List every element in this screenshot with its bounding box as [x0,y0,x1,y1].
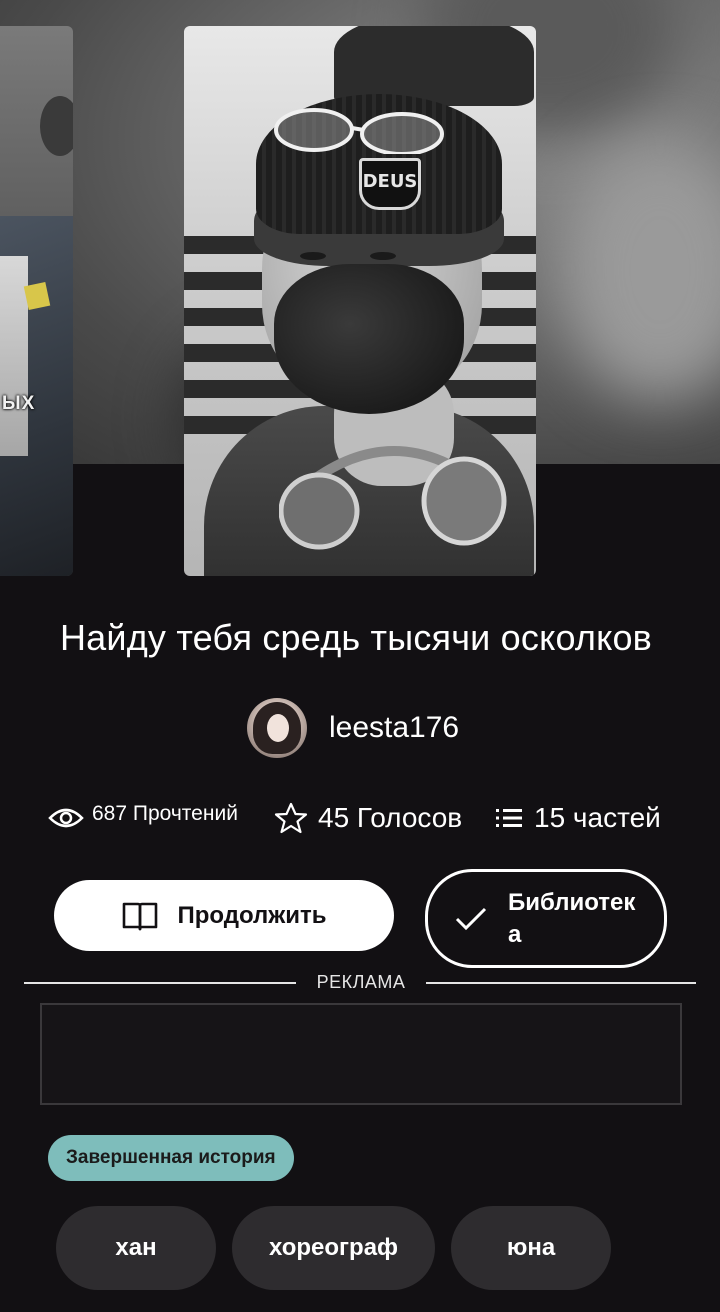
previous-story-cover[interactable]: ЫХ [0,26,73,576]
tag-chip[interactable]: хореограф [232,1206,435,1290]
author-name[interactable]: leesta176 [329,711,459,745]
reads-stat: 687 Прочтений [48,793,238,843]
completed-status-badge: Завершенная история [48,1135,294,1181]
library-label: Библиотека [508,888,636,948]
divider-line [24,982,296,984]
check-icon [455,907,487,930]
cover-art-shape [23,281,51,311]
previous-cover-text: ЫХ [2,393,36,414]
tag-chip[interactable]: хан [56,1206,216,1290]
ad-divider: РЕКЛАМА [24,972,696,994]
continue-reading-button[interactable]: Продолжить [54,880,394,951]
story-stats: 687 Прочтений 45 Голосов 15 частей [48,793,678,843]
story-detail-page: ЫХ DEUS Найду тебя средь тысячи осколков [0,0,720,1312]
votes-count: 45 Голосов [318,802,463,833]
author-avatar[interactable] [247,698,307,758]
story-cover-image[interactable]: DEUS [184,26,536,576]
cover-badge-text: DEUS [359,158,421,210]
continue-reading-label: Продолжить [177,901,327,929]
ad-label: РЕКЛАМА [316,972,406,992]
story-title: Найду тебя средь тысячи осколков [59,617,652,658]
tag-chip[interactable]: юна [451,1206,611,1290]
avatar-art-shape [267,714,289,742]
book-icon [123,902,158,930]
sunglasses-art [274,108,444,154]
cover-art-shape [40,96,73,156]
library-button[interactable]: Библиотека [425,869,667,968]
author-link[interactable]: leesta176 [247,697,459,759]
cover-art-shape [300,252,326,260]
headphones-art [279,446,507,550]
backdrop-blur-shape [560,140,720,400]
cover-art-shape [370,252,396,260]
list-icon [496,809,522,827]
parts-count: 15 частей [534,802,661,833]
cover-art-shape [274,264,464,414]
reads-count: 687 Прочтений [92,802,238,825]
parts-stat: 15 частей [494,793,661,843]
divider-line [426,982,696,984]
votes-stat: 45 Голосов [274,793,462,843]
star-icon [274,802,308,834]
eye-icon [48,808,84,828]
ad-container[interactable] [40,1003,682,1105]
